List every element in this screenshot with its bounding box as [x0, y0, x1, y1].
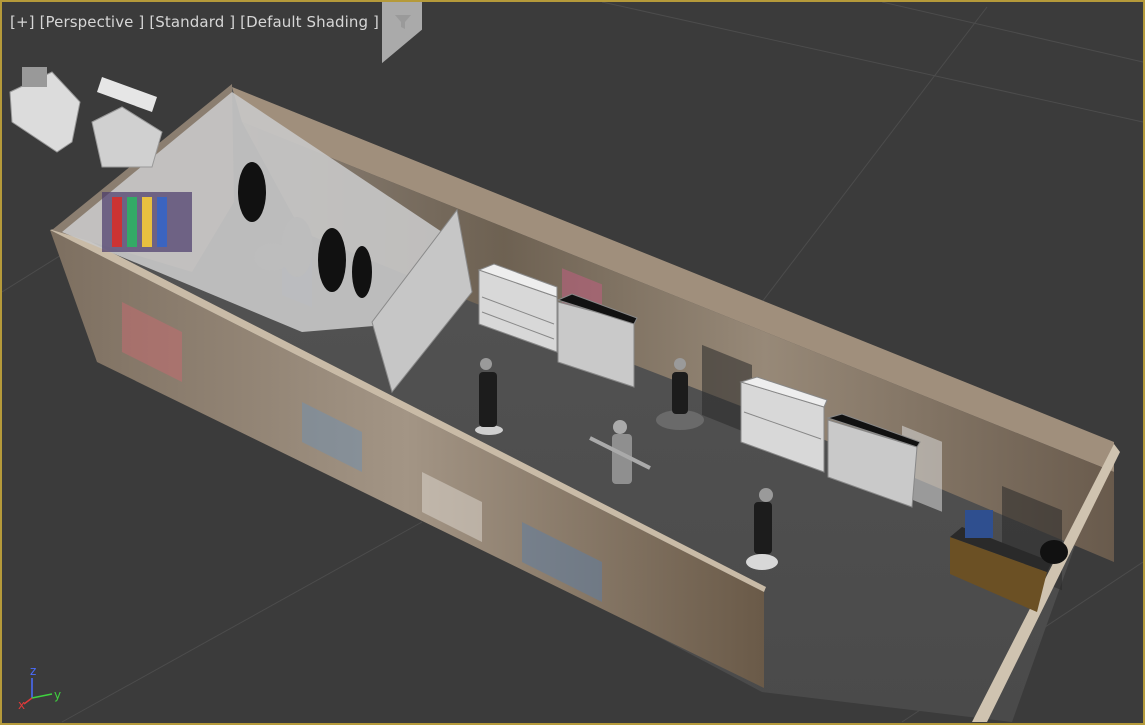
- axis-z-label: z: [30, 664, 37, 678]
- viewport-menu-button[interactable]: [+]: [10, 13, 40, 31]
- top-left-displays: [9, 67, 163, 168]
- funnel-icon[interactable]: [394, 13, 412, 31]
- scene-render[interactable]: [2, 2, 1143, 723]
- left-room-shelves: [102, 192, 192, 252]
- perspective-viewport[interactable]: [+] [Perspective ] [Standard ] [Default …: [0, 0, 1145, 725]
- projection-menu-button[interactable]: [Perspective ]: [40, 13, 150, 31]
- axis-x-label: x: [18, 698, 26, 712]
- axis-y-label: y: [54, 688, 62, 702]
- shading-menu-button[interactable]: [Default Shading ]: [240, 13, 384, 31]
- viewport-labels: [+] [Perspective ] [Standard ] [Default …: [10, 13, 412, 31]
- axis-gizmo: z y x: [14, 664, 74, 716]
- render-style-menu-button[interactable]: [Standard ]: [149, 13, 240, 31]
